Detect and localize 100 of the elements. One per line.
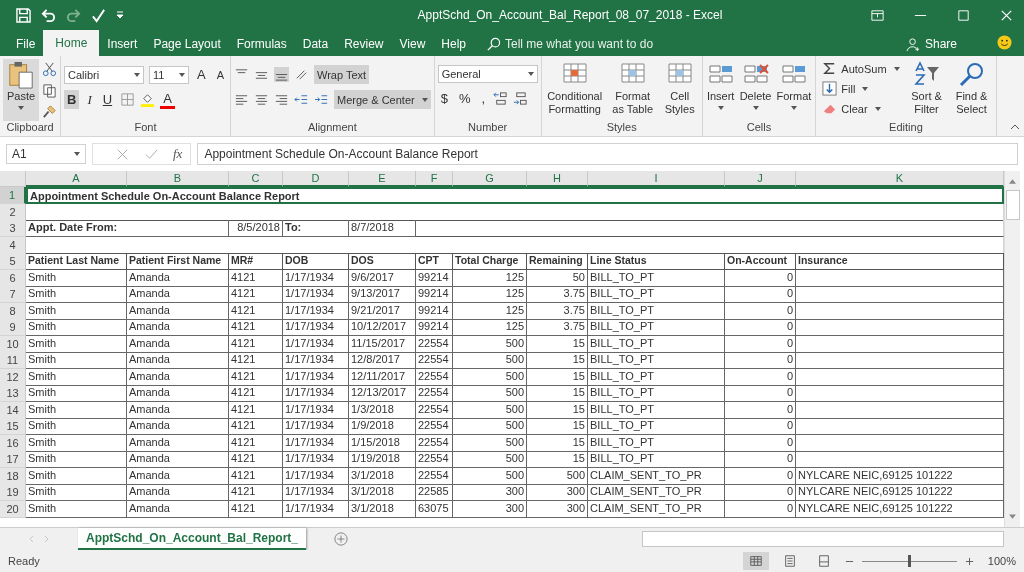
row-number[interactable]: 9 [0,319,26,336]
column-header[interactable]: G [453,171,527,187]
editing-button[interactable]: Clear [819,99,903,118]
ribbon-tab[interactable]: Formulas [228,32,295,56]
save-icon[interactable] [16,7,31,23]
column-header[interactable]: B [127,171,229,187]
column-header[interactable]: F [416,171,453,187]
fill-color-icon[interactable] [140,92,156,107]
font-color-button[interactable]: A [160,90,175,109]
styles-button[interactable]: Conditional Formatting [544,59,605,121]
name-box[interactable]: A1 [6,144,86,164]
italic-button[interactable]: I [84,90,95,109]
table-cell: 4121 [229,302,283,320]
scissors-icon[interactable] [42,62,57,77]
normal-view-icon[interactable] [743,552,769,570]
column-header[interactable]: H [527,171,588,187]
editing-button[interactable]: Fill [819,79,903,98]
ribbon-display-icon[interactable] [870,7,885,23]
ribbon-tab[interactable]: Home [43,30,100,56]
ribbon-tab[interactable]: File [8,32,44,56]
scrollbar-thumb[interactable] [1005,190,1020,220]
table-cell: 4121 [229,286,283,303]
paste-button[interactable]: Paste [3,59,39,121]
cells-button[interactable]: Format [775,59,813,121]
column-header[interactable]: E [349,171,416,187]
scroll-up-icon[interactable] [1009,178,1016,184]
ribbon-tab[interactable]: Review [336,32,392,56]
borders-icon[interactable] [120,92,136,107]
redo-icon[interactable] [66,7,81,23]
zoom-level[interactable]: 100% [982,555,1016,567]
smiley-icon[interactable] [997,35,1012,50]
collapse-ribbon-icon[interactable] [1010,124,1020,130]
table-cell: 1/17/1934 [283,319,349,336]
row-number[interactable]: 15 [0,418,26,435]
decrease-indent-icon[interactable] [294,92,309,107]
insert-function-button[interactable]: fx [173,146,183,162]
row-number[interactable]: 11 [0,352,26,369]
number-format-button[interactable]: , [478,89,489,108]
zoom-slider[interactable] [862,555,957,567]
font-size-dropdown[interactable]: 11 [149,65,189,84]
number-format-button[interactable]: % [455,89,474,108]
font-name-dropdown[interactable]: Calibri [64,65,144,84]
row-number[interactable]: 1 [0,187,26,204]
row-number[interactable]: 3 [0,220,26,237]
bold-button[interactable]: B [64,90,80,109]
column-header[interactable]: K [796,171,1004,187]
add-sheet-icon[interactable] [334,532,349,546]
formula-input[interactable]: Appointment Schedule On-Account Balance Report [197,143,1018,165]
ribbon-tab[interactable]: Insert [99,32,146,56]
column-header[interactable]: J [725,171,796,187]
styles-button[interactable]: Format as Table [607,59,658,121]
column-header[interactable]: I [588,171,725,187]
zoom-in-icon[interactable] [965,556,974,566]
sheet-tab[interactable]: ApptSchd_On_Account_Bal_Report_ [78,528,307,550]
format-painter-icon[interactable] [42,104,57,119]
increase-font-size-button[interactable]: A [194,65,209,84]
group-label: Editing [888,121,924,135]
align-bottom-icon[interactable] [274,67,289,82]
row-number[interactable]: 7 [0,286,26,303]
increase-indent-icon[interactable] [314,92,329,107]
column-header[interactable]: A [26,171,127,187]
decrease-font-size-button[interactable]: A [213,65,227,84]
customize-caret-icon[interactable] [116,11,124,19]
cells-button[interactable]: Insert [705,59,736,121]
ribbon-tab[interactable]: Data [294,32,337,56]
cells-button[interactable]: Delete [738,59,773,121]
number-format-button[interactable]: $ [437,89,451,108]
editing-button[interactable]: Sort & Filter [905,59,948,121]
row-number[interactable]: 17 [0,451,26,468]
copy-icon[interactable] [42,83,57,98]
row-number[interactable]: 5 [0,253,26,270]
wrap-text-button[interactable]: Wrap Text [314,65,370,84]
share-button[interactable]: Share [899,32,963,56]
spelling-check-icon[interactable] [91,7,106,23]
editing-button[interactable]: AutoSum [819,59,903,78]
align-left-icon[interactable] [234,92,249,107]
column-header[interactable]: D [283,171,349,187]
table-cell: Amanda [127,401,229,419]
underline-button[interactable]: U [99,90,116,109]
scroll-down-icon[interactable] [1009,514,1016,520]
table-cell: 22554 [416,368,453,386]
align-center-icon[interactable] [254,92,269,107]
zoom-slider-thumb[interactable] [908,555,911,567]
row-number[interactable]: 19 [0,484,26,501]
decrease-decimal-icon[interactable] [513,91,529,106]
undo-icon[interactable] [41,7,56,23]
number-format-dropdown[interactable]: General [437,65,538,83]
column-header[interactable]: C [229,171,283,187]
ribbon-tab[interactable]: Help [433,32,474,56]
row-number[interactable]: 13 [0,385,26,402]
horizontal-scrollbar[interactable] [642,531,1004,547]
merge-center-button[interactable]: Merge & Center [334,90,431,109]
maximize-icon[interactable] [956,7,971,23]
editing-button[interactable]: Find & Select [950,59,993,121]
styles-button[interactable]: Cell Styles [660,59,699,121]
align-right-icon[interactable] [274,92,289,107]
ribbon-tab[interactable]: Page Layout [145,32,229,56]
tell-me-search[interactable]: Tell me what you want to do [480,32,660,56]
ribbon-tab[interactable]: View [391,32,434,56]
increase-decimal-icon[interactable] [493,91,509,106]
